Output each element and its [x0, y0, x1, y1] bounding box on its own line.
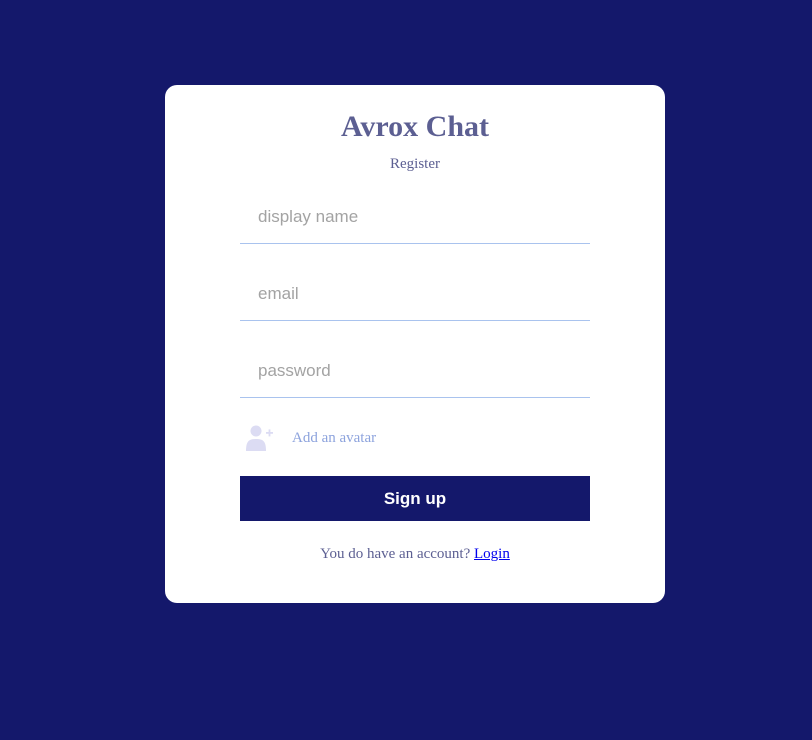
password-input[interactable]	[240, 344, 590, 398]
login-prompt: You do have an account? Login	[165, 545, 665, 563]
sign-up-button[interactable]: Sign up	[240, 476, 590, 521]
display-name-input[interactable]	[240, 190, 590, 244]
login-prompt-text: You do have an account?	[320, 546, 474, 562]
register-card: Avrox Chat Register Add an avatar Sign u…	[165, 85, 665, 603]
login-link[interactable]: Login	[474, 546, 510, 562]
add-avatar-button[interactable]: Add an avatar	[245, 422, 376, 454]
add-avatar-label: Add an avatar	[292, 429, 377, 446]
add-user-icon	[245, 424, 273, 452]
app-title: Avrox Chat	[340, 110, 490, 143]
email-input[interactable]	[240, 267, 590, 321]
page-subtitle: Register	[390, 156, 440, 172]
